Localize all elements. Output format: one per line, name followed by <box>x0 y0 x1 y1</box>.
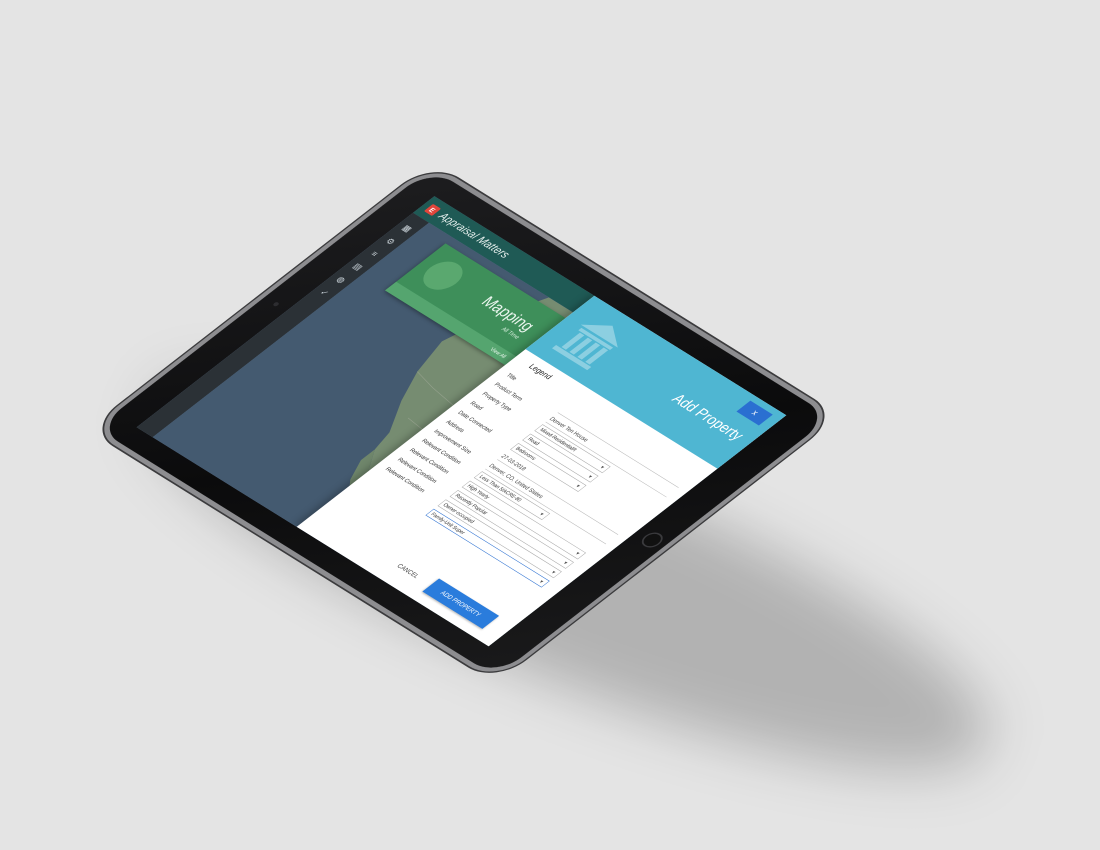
chevron-down-icon: ▼ <box>561 559 570 566</box>
chevron-down-icon: ▼ <box>549 569 558 576</box>
app-logo-icon: E <box>423 203 442 217</box>
select-value: Road <box>526 436 541 447</box>
chevron-down-icon: ▼ <box>573 550 582 557</box>
layers-icon[interactable]: ≡ <box>368 250 380 259</box>
grid-icon[interactable]: ▦ <box>399 223 414 234</box>
chevron-down-icon: ▼ <box>537 578 546 585</box>
chevron-down-icon: ▼ <box>598 464 607 471</box>
cancel-button[interactable]: CANCEL <box>392 560 424 581</box>
dialog-title: Add Property <box>668 390 748 443</box>
add-property-button[interactable]: ADD PROPERTY <box>422 578 500 629</box>
home-button[interactable] <box>637 529 668 551</box>
globe-icon[interactable]: ◍ <box>334 274 349 285</box>
calendar-icon[interactable]: ▤ <box>350 261 365 272</box>
chevron-down-icon: ▼ <box>537 511 546 518</box>
check-icon[interactable]: ✓ <box>317 288 332 299</box>
chevron-down-icon: ▼ <box>573 483 583 489</box>
chevron-down-icon: ▼ <box>586 473 595 480</box>
front-camera <box>272 301 280 307</box>
settings-icon[interactable]: ⚙ <box>383 236 398 247</box>
close-button[interactable]: x <box>736 400 773 426</box>
legend-heading: Legend <box>526 362 555 382</box>
mapping-card-icon <box>415 256 471 296</box>
